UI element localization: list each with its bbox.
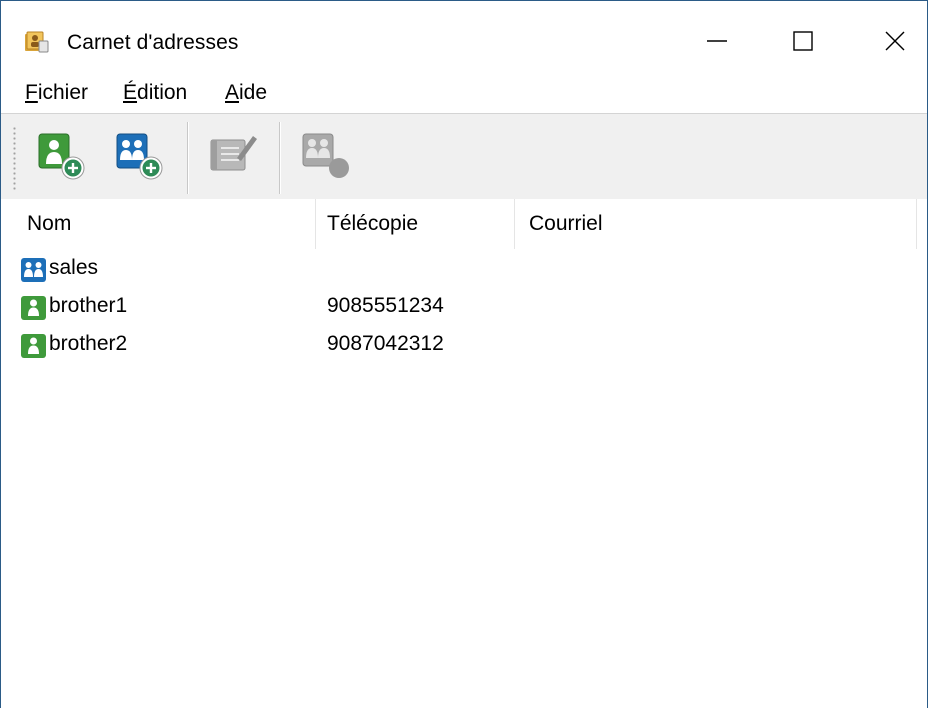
toolbar-separator-2 [279,122,281,194]
send-group-button[interactable] [301,128,353,184]
address-book-window: Carnet d'adresses Fichier Édition Aide N… [0,0,928,708]
menu-aide-mnemonic: A [225,81,240,104]
maximize-icon [793,31,813,51]
menu-edition-mnemonic: É [123,81,138,104]
column-divider[interactable] [514,199,515,249]
list-item[interactable]: brother2 9087042312 [1,327,901,365]
close-icon [885,31,905,51]
contact-icon [21,334,46,358]
column-divider[interactable] [916,199,917,249]
add-contact-icon [38,133,85,180]
contact-icon [21,296,46,320]
menu-fichier-mnemonic: F [25,81,38,104]
column-header-nom[interactable]: Nom [27,199,71,249]
entry-name: brother1 [49,294,128,317]
menu-edition[interactable]: Édition [123,81,187,105]
toolbar-separator [187,122,189,194]
minimize-button[interactable] [687,17,747,65]
minimize-icon [707,40,727,42]
toolbar [1,113,927,201]
edit-entry-button[interactable] [207,128,259,184]
add-group-icon [116,133,163,180]
close-button[interactable] [865,17,925,65]
entry-name: brother2 [49,332,128,355]
entry-fax: 9087042312 [327,332,444,355]
menu-fichier-label: ichier [37,81,89,104]
add-contact-button[interactable] [37,128,89,184]
group-icon [21,258,46,282]
menu-edition-label: dition [137,81,188,104]
edit-entry-icon [210,136,257,171]
title-bar[interactable]: Carnet d'adresses [1,1,927,79]
entry-fax: 9085551234 [327,294,444,317]
menu-fichier[interactable]: Fichier [25,81,88,105]
menu-aide[interactable]: Aide [225,81,267,105]
column-header-telecopie[interactable]: Télécopie [327,199,418,249]
add-group-button[interactable] [115,128,167,184]
list-item[interactable]: brother1 9085551234 [1,289,901,327]
list-item[interactable]: sales [1,251,901,289]
column-divider[interactable] [315,199,316,249]
window-title: Carnet d'adresses [67,31,239,54]
menu-aide-label: ide [239,81,268,104]
entry-name: sales [49,256,99,279]
address-book-app-icon [25,31,49,53]
send-group-icon [302,133,349,178]
maximize-button[interactable] [773,17,833,65]
menu-bar: Fichier Édition Aide [1,79,927,113]
column-header-courriel[interactable]: Courriel [529,199,603,249]
toolbar-grip[interactable] [13,126,16,192]
address-list[interactable]: Nom Télécopie Courriel sales brother1 90… [1,199,927,708]
